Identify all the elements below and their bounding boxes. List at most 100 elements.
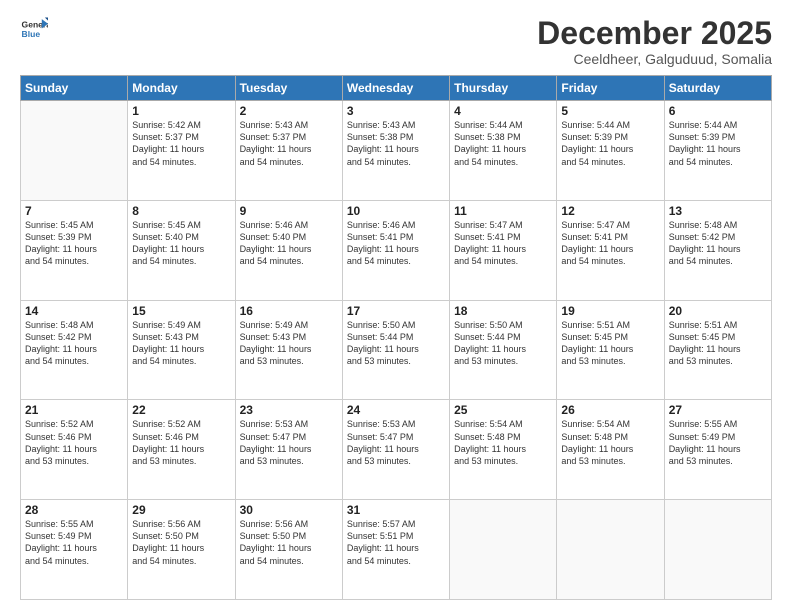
- cell-info: Sunrise: 5:47 AM Sunset: 5:41 PM Dayligh…: [561, 219, 659, 268]
- calendar-cell: 29Sunrise: 5:56 AM Sunset: 5:50 PM Dayli…: [128, 500, 235, 600]
- cell-day-number: 10: [347, 204, 445, 218]
- calendar-cell: 19Sunrise: 5:51 AM Sunset: 5:45 PM Dayli…: [557, 300, 664, 400]
- cell-info: Sunrise: 5:52 AM Sunset: 5:46 PM Dayligh…: [25, 418, 123, 467]
- cell-day-number: 21: [25, 403, 123, 417]
- calendar-cell: 10Sunrise: 5:46 AM Sunset: 5:41 PM Dayli…: [342, 200, 449, 300]
- calendar-cell: [557, 500, 664, 600]
- cell-day-number: 12: [561, 204, 659, 218]
- calendar-cell: 24Sunrise: 5:53 AM Sunset: 5:47 PM Dayli…: [342, 400, 449, 500]
- cell-info: Sunrise: 5:55 AM Sunset: 5:49 PM Dayligh…: [25, 518, 123, 567]
- calendar-week-row: 21Sunrise: 5:52 AM Sunset: 5:46 PM Dayli…: [21, 400, 772, 500]
- weekday-header-cell: Sunday: [21, 76, 128, 101]
- cell-info: Sunrise: 5:43 AM Sunset: 5:37 PM Dayligh…: [240, 119, 338, 168]
- calendar-cell: 21Sunrise: 5:52 AM Sunset: 5:46 PM Dayli…: [21, 400, 128, 500]
- calendar-cell: 1Sunrise: 5:42 AM Sunset: 5:37 PM Daylig…: [128, 101, 235, 201]
- calendar-cell: 27Sunrise: 5:55 AM Sunset: 5:49 PM Dayli…: [664, 400, 771, 500]
- weekday-header-cell: Saturday: [664, 76, 771, 101]
- cell-info: Sunrise: 5:47 AM Sunset: 5:41 PM Dayligh…: [454, 219, 552, 268]
- cell-info: Sunrise: 5:53 AM Sunset: 5:47 PM Dayligh…: [347, 418, 445, 467]
- cell-info: Sunrise: 5:44 AM Sunset: 5:39 PM Dayligh…: [561, 119, 659, 168]
- cell-day-number: 9: [240, 204, 338, 218]
- subtitle: Ceeldheer, Galguduud, Somalia: [537, 51, 772, 67]
- calendar-cell: [21, 101, 128, 201]
- cell-info: Sunrise: 5:51 AM Sunset: 5:45 PM Dayligh…: [561, 319, 659, 368]
- cell-day-number: 14: [25, 304, 123, 318]
- cell-info: Sunrise: 5:45 AM Sunset: 5:39 PM Dayligh…: [25, 219, 123, 268]
- cell-day-number: 28: [25, 503, 123, 517]
- cell-info: Sunrise: 5:45 AM Sunset: 5:40 PM Dayligh…: [132, 219, 230, 268]
- calendar-cell: 6Sunrise: 5:44 AM Sunset: 5:39 PM Daylig…: [664, 101, 771, 201]
- calendar-cell: 20Sunrise: 5:51 AM Sunset: 5:45 PM Dayli…: [664, 300, 771, 400]
- weekday-header-cell: Thursday: [450, 76, 557, 101]
- calendar-cell: 3Sunrise: 5:43 AM Sunset: 5:38 PM Daylig…: [342, 101, 449, 201]
- cell-info: Sunrise: 5:49 AM Sunset: 5:43 PM Dayligh…: [132, 319, 230, 368]
- cell-info: Sunrise: 5:50 AM Sunset: 5:44 PM Dayligh…: [454, 319, 552, 368]
- calendar-cell: 22Sunrise: 5:52 AM Sunset: 5:46 PM Dayli…: [128, 400, 235, 500]
- cell-day-number: 11: [454, 204, 552, 218]
- cell-day-number: 29: [132, 503, 230, 517]
- calendar-cell: 31Sunrise: 5:57 AM Sunset: 5:51 PM Dayli…: [342, 500, 449, 600]
- cell-day-number: 23: [240, 403, 338, 417]
- cell-day-number: 24: [347, 403, 445, 417]
- logo: General Blue: [20, 16, 48, 44]
- calendar-week-row: 7Sunrise: 5:45 AM Sunset: 5:39 PM Daylig…: [21, 200, 772, 300]
- cell-info: Sunrise: 5:42 AM Sunset: 5:37 PM Dayligh…: [132, 119, 230, 168]
- title-block: December 2025 Ceeldheer, Galguduud, Soma…: [537, 16, 772, 67]
- header: General Blue December 2025 Ceeldheer, Ga…: [20, 16, 772, 67]
- calendar-cell: 13Sunrise: 5:48 AM Sunset: 5:42 PM Dayli…: [664, 200, 771, 300]
- cell-day-number: 15: [132, 304, 230, 318]
- calendar-cell: 5Sunrise: 5:44 AM Sunset: 5:39 PM Daylig…: [557, 101, 664, 201]
- calendar-cell: 2Sunrise: 5:43 AM Sunset: 5:37 PM Daylig…: [235, 101, 342, 201]
- calendar-week-row: 14Sunrise: 5:48 AM Sunset: 5:42 PM Dayli…: [21, 300, 772, 400]
- cell-day-number: 5: [561, 104, 659, 118]
- weekday-header-cell: Tuesday: [235, 76, 342, 101]
- calendar-cell: 7Sunrise: 5:45 AM Sunset: 5:39 PM Daylig…: [21, 200, 128, 300]
- cell-info: Sunrise: 5:44 AM Sunset: 5:39 PM Dayligh…: [669, 119, 767, 168]
- cell-day-number: 4: [454, 104, 552, 118]
- calendar-cell: [450, 500, 557, 600]
- cell-day-number: 20: [669, 304, 767, 318]
- cell-info: Sunrise: 5:56 AM Sunset: 5:50 PM Dayligh…: [132, 518, 230, 567]
- cell-info: Sunrise: 5:52 AM Sunset: 5:46 PM Dayligh…: [132, 418, 230, 467]
- cell-day-number: 31: [347, 503, 445, 517]
- cell-day-number: 7: [25, 204, 123, 218]
- calendar-cell: [664, 500, 771, 600]
- calendar-cell: 23Sunrise: 5:53 AM Sunset: 5:47 PM Dayli…: [235, 400, 342, 500]
- cell-day-number: 13: [669, 204, 767, 218]
- cell-info: Sunrise: 5:48 AM Sunset: 5:42 PM Dayligh…: [25, 319, 123, 368]
- logo-icon: General Blue: [20, 16, 48, 44]
- calendar-week-row: 1Sunrise: 5:42 AM Sunset: 5:37 PM Daylig…: [21, 101, 772, 201]
- calendar-cell: 11Sunrise: 5:47 AM Sunset: 5:41 PM Dayli…: [450, 200, 557, 300]
- cell-info: Sunrise: 5:48 AM Sunset: 5:42 PM Dayligh…: [669, 219, 767, 268]
- cell-day-number: 25: [454, 403, 552, 417]
- weekday-header-cell: Wednesday: [342, 76, 449, 101]
- calendar-cell: 8Sunrise: 5:45 AM Sunset: 5:40 PM Daylig…: [128, 200, 235, 300]
- calendar-table: SundayMondayTuesdayWednesdayThursdayFrid…: [20, 75, 772, 600]
- cell-day-number: 26: [561, 403, 659, 417]
- calendar-cell: 17Sunrise: 5:50 AM Sunset: 5:44 PM Dayli…: [342, 300, 449, 400]
- cell-day-number: 3: [347, 104, 445, 118]
- cell-day-number: 2: [240, 104, 338, 118]
- calendar-cell: 16Sunrise: 5:49 AM Sunset: 5:43 PM Dayli…: [235, 300, 342, 400]
- calendar-cell: 9Sunrise: 5:46 AM Sunset: 5:40 PM Daylig…: [235, 200, 342, 300]
- cell-day-number: 18: [454, 304, 552, 318]
- cell-day-number: 19: [561, 304, 659, 318]
- cell-day-number: 30: [240, 503, 338, 517]
- cell-info: Sunrise: 5:56 AM Sunset: 5:50 PM Dayligh…: [240, 518, 338, 567]
- calendar-week-row: 28Sunrise: 5:55 AM Sunset: 5:49 PM Dayli…: [21, 500, 772, 600]
- cell-info: Sunrise: 5:51 AM Sunset: 5:45 PM Dayligh…: [669, 319, 767, 368]
- cell-info: Sunrise: 5:46 AM Sunset: 5:40 PM Dayligh…: [240, 219, 338, 268]
- calendar-cell: 30Sunrise: 5:56 AM Sunset: 5:50 PM Dayli…: [235, 500, 342, 600]
- cell-info: Sunrise: 5:46 AM Sunset: 5:41 PM Dayligh…: [347, 219, 445, 268]
- calendar-cell: 26Sunrise: 5:54 AM Sunset: 5:48 PM Dayli…: [557, 400, 664, 500]
- cell-info: Sunrise: 5:49 AM Sunset: 5:43 PM Dayligh…: [240, 319, 338, 368]
- calendar-cell: 28Sunrise: 5:55 AM Sunset: 5:49 PM Dayli…: [21, 500, 128, 600]
- cell-info: Sunrise: 5:44 AM Sunset: 5:38 PM Dayligh…: [454, 119, 552, 168]
- cell-info: Sunrise: 5:54 AM Sunset: 5:48 PM Dayligh…: [454, 418, 552, 467]
- cell-info: Sunrise: 5:57 AM Sunset: 5:51 PM Dayligh…: [347, 518, 445, 567]
- cell-info: Sunrise: 5:43 AM Sunset: 5:38 PM Dayligh…: [347, 119, 445, 168]
- weekday-header-cell: Monday: [128, 76, 235, 101]
- cell-day-number: 27: [669, 403, 767, 417]
- calendar-cell: 18Sunrise: 5:50 AM Sunset: 5:44 PM Dayli…: [450, 300, 557, 400]
- cell-day-number: 6: [669, 104, 767, 118]
